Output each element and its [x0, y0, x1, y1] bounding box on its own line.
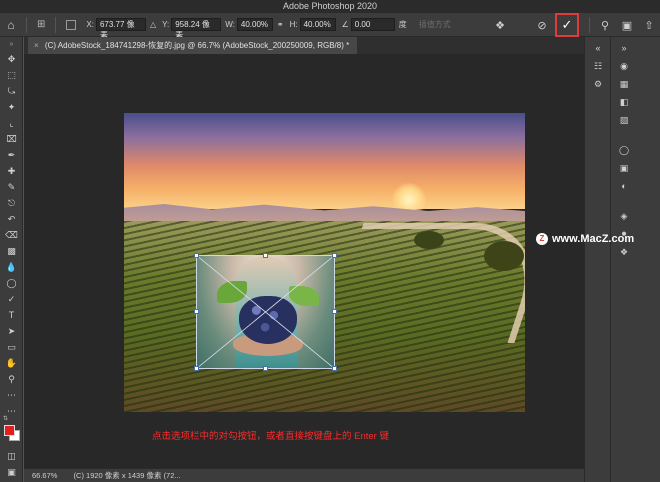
warp-icon[interactable]: ❖	[489, 14, 511, 36]
status-bar: 66.67% (C) 1920 像素 x 1439 像素 (72...	[24, 468, 584, 482]
watermark: Z www.MacZ.com	[536, 233, 634, 245]
instruction-annotation: 点击选项栏中的对勾按钮，或者直接按键盘上的 Enter 键	[152, 431, 389, 442]
patterns-icon[interactable]: ▧	[611, 111, 637, 129]
path-select-tool-icon[interactable]: ➤	[0, 323, 23, 339]
reference-point-checkbox[interactable]	[66, 19, 77, 30]
libraries-icon[interactable]: ▣	[611, 159, 637, 177]
document-tab-bar: × (C) AdobeStock_184741298-恢复的.jpg @ 66.…	[24, 37, 584, 54]
divider	[55, 16, 57, 33]
watermark-text: www.MacZ.com	[552, 233, 635, 245]
adjustments-icon[interactable]: ◐	[611, 177, 637, 195]
layers-icon[interactable]: ◈	[611, 207, 637, 225]
stamp-tool-icon[interactable]: ⎋	[0, 195, 23, 211]
sky	[124, 113, 525, 209]
transform-handle-bottom-right[interactable]	[332, 366, 337, 371]
learn-icon[interactable]: ◯	[611, 141, 637, 159]
foreground-color-swatch[interactable]	[4, 425, 15, 436]
quick-select-tool-icon[interactable]: ✦	[0, 99, 23, 115]
transform-handle-left[interactable]	[194, 309, 199, 314]
transform-handle-right[interactable]	[332, 309, 337, 314]
history-brush-tool-icon[interactable]: ↶	[0, 211, 23, 227]
transform-handle-top[interactable]	[263, 253, 268, 258]
vineyard-photo	[124, 113, 525, 412]
share-icon[interactable]: ⇧	[638, 14, 660, 36]
window-title: Adobe Photoshop 2020	[0, 0, 660, 13]
frame-tool-icon[interactable]: ⌧	[0, 131, 23, 147]
eyedropper-tool-icon[interactable]: ✒	[0, 147, 23, 163]
collapse-icon[interactable]: «	[585, 39, 611, 57]
divider	[589, 17, 590, 33]
lasso-tool-icon[interactable]: ⤿	[0, 83, 23, 99]
brush-tool-icon[interactable]: ✎	[0, 179, 23, 195]
transform-handle-bottom[interactable]	[263, 366, 268, 371]
document-tab-title: (C) AdobeStock_184741298-恢复的.jpg @ 66.7%…	[44, 41, 350, 50]
reference-point-icon[interactable]: ⊞	[37, 19, 45, 30]
color-icon[interactable]: ◉	[611, 57, 637, 75]
collapse-icon[interactable]: »	[611, 39, 637, 57]
paths-icon[interactable]: ❖	[611, 243, 637, 261]
document-tab[interactable]: × (C) AdobeStock_184741298-恢复的.jpg @ 66.…	[28, 37, 358, 54]
zoom-tool-icon[interactable]: ⚲	[0, 371, 23, 387]
cancel-icon[interactable]: ⊘	[531, 14, 553, 36]
type-tool-icon[interactable]: T	[0, 307, 23, 323]
zoom-level[interactable]: 66.67%	[32, 471, 57, 480]
workspace-icon[interactable]: ▣	[616, 14, 638, 36]
y-label: Y:	[162, 20, 170, 29]
move-tool-icon[interactable]: ✥	[0, 51, 23, 67]
x-label: X:	[86, 20, 94, 29]
gradients-icon[interactable]: ◧	[611, 93, 637, 111]
blur-tool-icon[interactable]: 💧	[0, 259, 23, 275]
transform-handle-bottom-left[interactable]	[194, 366, 199, 371]
swatches-icon[interactable]: ▦	[611, 75, 637, 93]
interpolation-dropdown[interactable]: 插值方式	[419, 19, 451, 30]
healing-tool-icon[interactable]: ✚	[0, 163, 23, 179]
hand-tool-icon[interactable]: ✋	[0, 355, 23, 371]
search-icon[interactable]: ⚲	[594, 14, 616, 36]
angle-icon: ∠	[341, 20, 349, 29]
options-bar: ⌂ ⊞ X: 673.77 像素 △ Y: 958.24 像素 W: 40.00…	[0, 13, 660, 40]
height-scale-input[interactable]: 40.00%	[299, 18, 336, 31]
panel-dock-left: « ☷ ⚙	[584, 37, 610, 482]
more-tools-icon[interactable]: ⋯	[0, 387, 23, 403]
divider	[26, 16, 27, 33]
transform-bounding-box[interactable]	[196, 255, 335, 369]
document-info[interactable]: (C) 1920 像素 x 1439 像素 (72...	[74, 471, 181, 480]
pen-tool-icon[interactable]: ✓	[0, 291, 23, 307]
crop-tool-icon[interactable]: ⌞	[0, 115, 23, 131]
properties-icon[interactable]: ☷	[585, 57, 611, 75]
transform-handle-top-left[interactable]	[194, 253, 199, 258]
panel-dock-right: » ◉ ▦ ◧ ▧ ◯ ▣ ◐ ◈ ⚫ ❖	[610, 37, 660, 482]
marquee-tool-icon[interactable]: ⬚	[0, 67, 23, 83]
home-icon[interactable]: ⌂	[0, 13, 22, 37]
screen-mode-icon[interactable]: ▣	[0, 464, 23, 480]
tree	[484, 241, 524, 271]
gradient-tool-icon[interactable]: ▩	[0, 243, 23, 259]
swap-colors-icon[interactable]: ⇅	[3, 415, 8, 422]
commit-checkmark-icon[interactable]: ✓	[555, 13, 579, 37]
rotation-input[interactable]: 0.00	[350, 18, 395, 31]
x-position-input[interactable]: 673.77 像素	[95, 18, 146, 40]
close-tab-icon[interactable]: ×	[34, 41, 39, 50]
quick-mask-icon[interactable]: ◫	[0, 448, 23, 464]
h-label: H:	[289, 20, 298, 29]
link-proportions-icon[interactable]: ⚭	[277, 20, 284, 29]
options-bar-right: ❖ ⊘ ✓ ⚲ ▣ ⇧	[489, 13, 660, 37]
adjust-icon[interactable]: ⚙	[585, 75, 611, 93]
tree	[414, 231, 444, 249]
rectangle-tool-icon[interactable]: ▭	[0, 339, 23, 355]
width-scale-input[interactable]: 40.00%	[236, 18, 273, 31]
y-position-input[interactable]: 958.24 像素	[171, 18, 222, 40]
canvas-area[interactable]: 点击选项栏中的对勾按钮，或者直接按键盘上的 Enter 键	[24, 54, 584, 468]
watermark-logo: Z	[536, 233, 548, 245]
dodge-tool-icon[interactable]: ◯	[0, 275, 23, 291]
delta-icon: △	[149, 20, 157, 29]
transform-handle-top-right[interactable]	[332, 253, 337, 258]
angle-unit: 度	[398, 20, 407, 29]
collapse-icon[interactable]: »	[0, 37, 23, 51]
eraser-tool-icon[interactable]: ⌫	[0, 227, 23, 243]
w-label: W:	[225, 20, 235, 29]
